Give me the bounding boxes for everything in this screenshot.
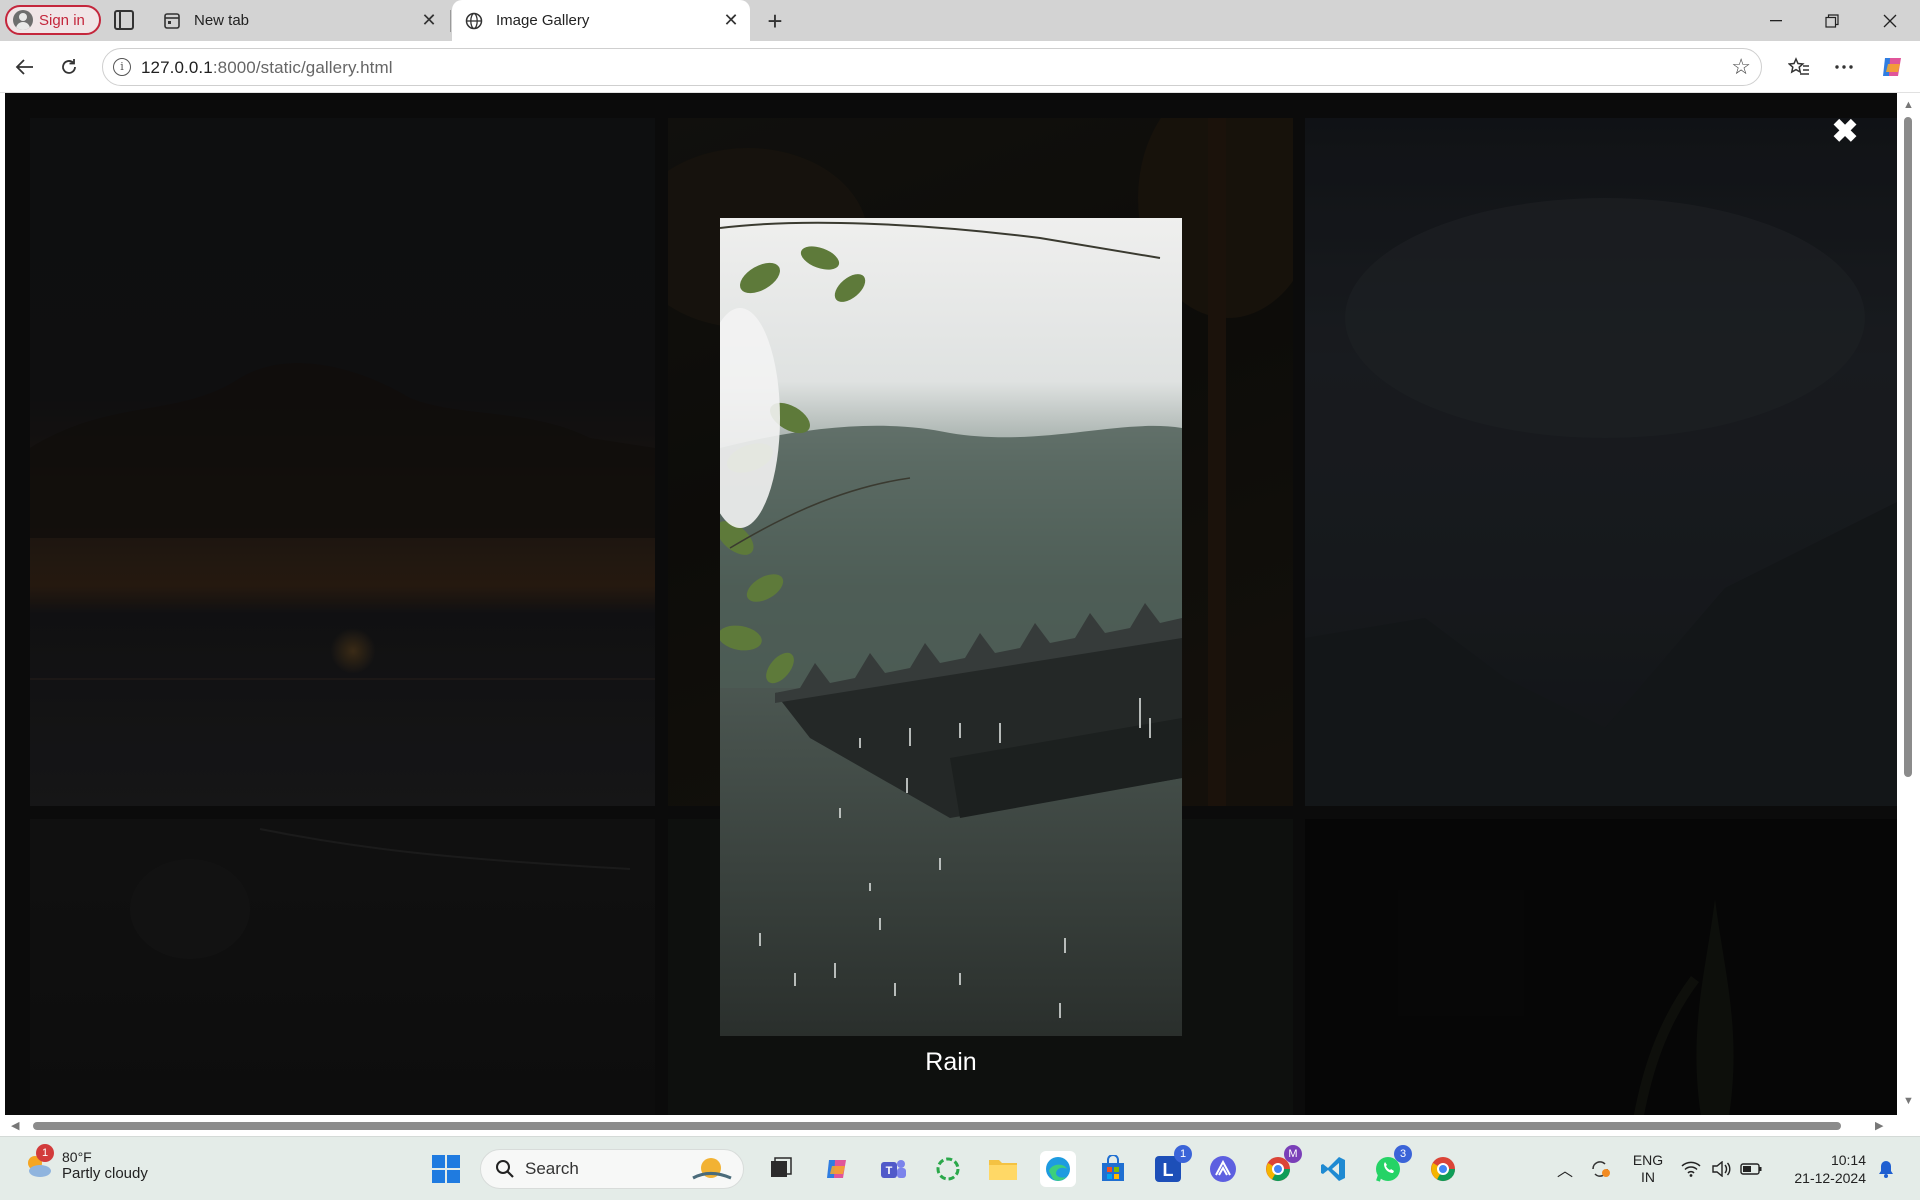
edge-browser-icon[interactable] — [1040, 1151, 1076, 1187]
url-host: 127.0.0.1 — [141, 58, 213, 77]
file-explorer-icon[interactable] — [985, 1151, 1021, 1187]
minimize-icon[interactable] — [1748, 0, 1804, 41]
new-tab-page-icon — [162, 11, 182, 31]
weather-temperature: 80°F — [62, 1149, 92, 1165]
profile-sign-in-button[interactable]: Sign in — [5, 5, 101, 35]
weather-description: Partly cloudy — [62, 1165, 148, 1182]
scroll-right-icon[interactable]: ▶ — [1875, 1119, 1883, 1132]
search-highlight-sun-icon — [692, 1158, 732, 1180]
circular-sync-app-icon[interactable] — [930, 1151, 966, 1187]
new-tab-plus-icon[interactable]: + — [760, 6, 790, 36]
tab-new-tab[interactable]: New tab ✕ — [150, 0, 448, 41]
sign-in-label: Sign in — [39, 11, 85, 29]
whatsapp-icon[interactable]: 3 — [1370, 1145, 1412, 1187]
window-close-icon[interactable] — [1862, 0, 1918, 41]
page-viewport: ✖ Rain — [5, 93, 1897, 1115]
search-placeholder: Search — [525, 1159, 579, 1178]
address-bar[interactable]: i 127.0.0.1:8000/static/gallery.html ☆ — [102, 48, 1762, 86]
sync-status-icon[interactable] — [1580, 1158, 1620, 1180]
partly-cloudy-icon: 1 — [22, 1143, 54, 1182]
site-info-icon[interactable]: i — [113, 58, 131, 76]
horizontal-scrollbar[interactable]: ◀ ▶ — [5, 1115, 1897, 1136]
l-app-badge: 1 — [1174, 1145, 1192, 1163]
weather-alert-badge: 1 — [36, 1143, 54, 1162]
clock-time: 10:14 — [1830, 1152, 1866, 1168]
tab-close-icon[interactable]: ✕ — [418, 9, 440, 31]
url-text[interactable]: 127.0.0.1:8000/static/gallery.html — [141, 58, 393, 78]
windows-start-icon[interactable] — [428, 1151, 464, 1187]
svg-text:L: L — [1163, 1160, 1174, 1180]
chrome-profile-badge: M — [1284, 1145, 1302, 1163]
copilot-icon[interactable] — [1876, 51, 1908, 83]
battery-icon[interactable] — [1736, 1163, 1766, 1175]
weather-widget[interactable]: 1 80°F Partly cloudy — [22, 1143, 148, 1182]
windows-taskbar: 1 80°F Partly cloudy Search T L 1 M 3 ︿ … — [0, 1136, 1920, 1200]
vertical-scrollbar[interactable]: ▲ ▼ — [1897, 93, 1920, 1115]
copilot-taskbar-icon[interactable] — [819, 1151, 855, 1187]
lightbox-caption: Rain — [925, 1048, 977, 1076]
tab-image-gallery[interactable]: Image Gallery ✕ — [452, 0, 750, 41]
tab-title: Image Gallery — [496, 12, 590, 29]
reload-icon[interactable] — [53, 51, 85, 83]
scroll-down-icon[interactable]: ▼ — [1903, 1095, 1914, 1107]
chrome-icon[interactable] — [1425, 1151, 1461, 1187]
l-app-icon[interactable]: L 1 — [1150, 1145, 1192, 1187]
clock[interactable]: 10:14 21-12-2024 — [1766, 1151, 1866, 1187]
show-hidden-icons-chevron-icon[interactable]: ︿ — [1550, 1157, 1580, 1181]
browser-toolbar: i 127.0.0.1:8000/static/gallery.html ☆ — [0, 41, 1920, 93]
taskbar-search-box[interactable]: Search — [480, 1149, 744, 1189]
language-indicator[interactable]: ENG IN — [1620, 1152, 1676, 1186]
profile-avatar-icon — [13, 10, 33, 30]
chrome-profile-icon[interactable]: M — [1260, 1145, 1302, 1187]
scroll-left-icon[interactable]: ◀ — [11, 1119, 19, 1132]
globe-icon — [464, 11, 484, 31]
tab-divider — [450, 10, 451, 32]
vscode-icon[interactable] — [1315, 1151, 1351, 1187]
lightbox-image-rain — [720, 218, 1182, 1036]
tab-actions-icon[interactable] — [114, 10, 134, 30]
teams-icon[interactable]: T — [875, 1151, 911, 1187]
clock-date: 21-12-2024 — [1794, 1170, 1866, 1186]
lightbox-close-icon[interactable]: ✖ — [1825, 111, 1865, 151]
search-icon — [496, 1160, 514, 1178]
close-glyph: ✖ — [1831, 113, 1859, 149]
whatsapp-badge: 3 — [1394, 1145, 1412, 1163]
svg-text:T: T — [886, 1165, 893, 1177]
volume-icon[interactable] — [1706, 1161, 1736, 1177]
back-arrow-icon[interactable] — [9, 51, 41, 83]
wifi-icon[interactable] — [1676, 1161, 1706, 1177]
notification-bell-icon[interactable] — [1866, 1160, 1906, 1178]
microsoft-store-icon[interactable] — [1095, 1151, 1131, 1187]
rain-roof-illustration — [720, 218, 1182, 1036]
vertical-scroll-thumb[interactable] — [1904, 117, 1912, 777]
favorite-star-icon[interactable]: ☆ — [1731, 54, 1751, 80]
tab-title: New tab — [194, 12, 250, 29]
browser-titlebar: Sign in New tab ✕ Image Gallery ✕ + — [0, 0, 1920, 41]
triangle-app-icon[interactable] — [1205, 1151, 1241, 1187]
system-tray: ︿ ENG IN 10:14 21-12-2024 — [1550, 1137, 1906, 1201]
tab-close-icon[interactable]: ✕ — [720, 9, 742, 31]
task-view-icon[interactable] — [763, 1151, 799, 1187]
scroll-up-icon[interactable]: ▲ — [1903, 99, 1914, 111]
language-code: ENG — [1632, 1152, 1664, 1168]
url-path: :8000/static/gallery.html — [212, 58, 393, 77]
restore-icon[interactable] — [1804, 0, 1860, 41]
favorites-icon[interactable] — [1783, 51, 1815, 83]
language-region: IN — [1641, 1169, 1655, 1185]
more-options-icon[interactable] — [1828, 51, 1860, 83]
horizontal-scroll-thumb[interactable] — [33, 1122, 1841, 1130]
